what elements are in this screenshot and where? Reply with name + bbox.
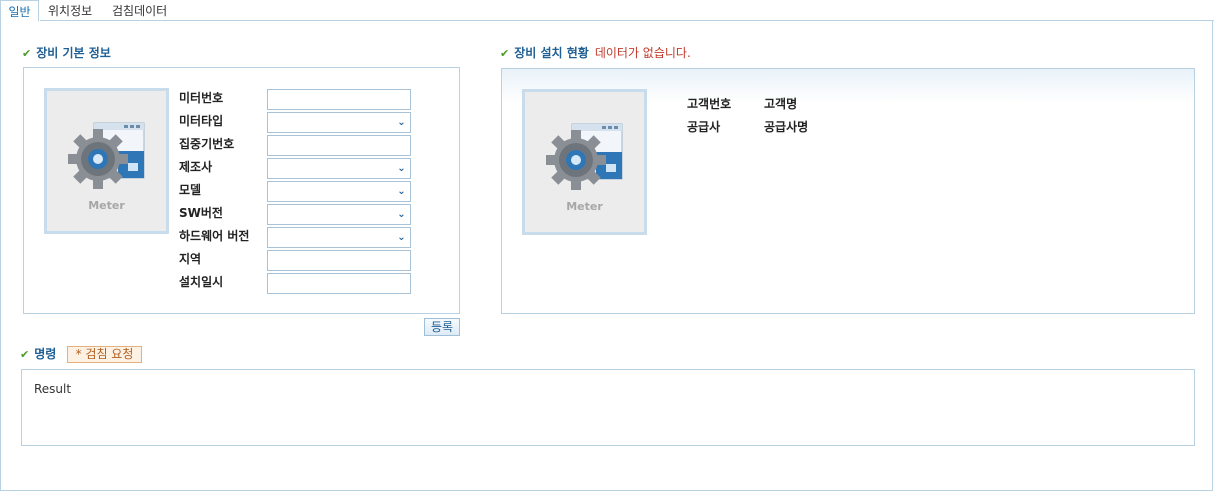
no-data-message: 데이터가 없습니다.	[594, 46, 691, 60]
meter-gear-icon	[68, 122, 145, 189]
supplier-label: 공급사	[687, 120, 721, 134]
check-icon: ✔	[20, 348, 30, 361]
field-label-region: 지역	[179, 252, 202, 266]
install-date-input[interactable]	[267, 273, 411, 294]
install-status-header: ✔ 장비 설치 현황 데이터가 없습니다.	[500, 45, 691, 61]
chevron-down-icon: ⌄	[397, 163, 406, 174]
field-label-concentrator-number: 집중기번호	[179, 137, 235, 151]
chevron-down-icon: ⌄	[397, 117, 406, 128]
field-label-sw-version: SW버전	[179, 206, 223, 220]
metering-request-button[interactable]: * 검침 요청	[67, 346, 142, 363]
field-label-hw-version: 하드웨어 버전	[179, 229, 250, 243]
tab-metering-data[interactable]: 검침데이터	[112, 0, 167, 21]
field-label-install-date: 설치일시	[179, 275, 224, 289]
field-label-meter-type: 미터타입	[179, 114, 224, 128]
meter-type-select[interactable]: ⌄	[267, 112, 411, 133]
command-header: ✔ 명령	[20, 346, 56, 362]
meter-gear-icon	[546, 123, 623, 190]
tab-general[interactable]: 일반	[0, 0, 39, 22]
supplier-name-value: 공급사명	[764, 120, 809, 134]
meter-image-caption: Meter	[88, 199, 125, 212]
model-select[interactable]: ⌄	[267, 181, 411, 202]
result-text: Result	[34, 382, 72, 396]
chevron-down-icon: ⌄	[397, 186, 406, 197]
basic-info-header: ✔ 장비 기본 정보	[22, 45, 111, 61]
sw-version-select[interactable]: ⌄	[267, 204, 411, 225]
install-status-box: Meter	[501, 68, 1195, 314]
chevron-down-icon: ⌄	[397, 232, 406, 243]
result-box: Result	[21, 369, 1195, 446]
meter-number-input[interactable]	[267, 89, 411, 110]
meter-image: Meter	[522, 89, 647, 235]
basic-info-title: 장비 기본 정보	[36, 46, 111, 60]
meter-image-caption: Meter	[566, 200, 603, 213]
concentrator-number-input[interactable]	[267, 135, 411, 156]
customer-name-value: 고객명	[764, 97, 798, 111]
tab-bar: 일반 위치정보 검침데이터	[0, 0, 1214, 22]
chevron-down-icon: ⌄	[397, 209, 406, 220]
command-title: 명령	[34, 347, 57, 361]
meter-image: Meter	[44, 88, 169, 234]
region-input[interactable]	[267, 250, 411, 271]
field-label-manufacturer: 제조사	[179, 160, 213, 174]
customer-number-label: 고객번호	[687, 97, 732, 111]
field-label-model: 모델	[179, 183, 202, 197]
register-button[interactable]: 등록	[424, 318, 460, 336]
install-status-title: 장비 설치 현황	[514, 46, 589, 60]
tab-location[interactable]: 위치정보	[48, 0, 92, 21]
field-label-meter-number: 미터번호	[179, 91, 224, 105]
manufacturer-select[interactable]: ⌄	[267, 158, 411, 179]
hw-version-select[interactable]: ⌄	[267, 227, 411, 248]
check-icon: ✔	[22, 47, 32, 60]
check-icon: ✔	[500, 47, 510, 60]
